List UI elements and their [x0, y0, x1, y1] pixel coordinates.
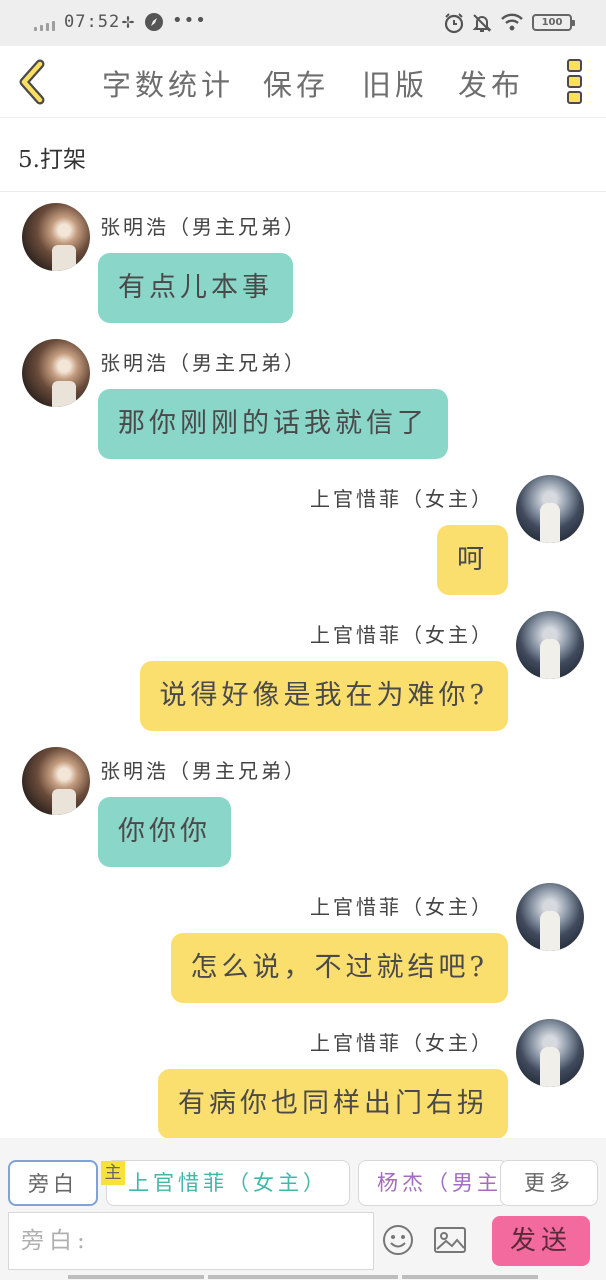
chat-message[interactable]: 上官惜菲（女主） 呵: [0, 475, 606, 600]
input-bar: 旁白: 发送: [0, 1210, 606, 1280]
battery-icon: 100: [532, 14, 575, 31]
signal-icon: [34, 17, 60, 31]
avatar[interactable]: [22, 203, 90, 271]
main-character-tag: 主: [101, 1161, 125, 1185]
chat-area[interactable]: 张明浩（男主兄弟） 有点儿本事 张明浩（男主兄弟） 那你刚刚的话我就信了 上官惜…: [0, 193, 606, 1139]
chevron-left-icon: [19, 59, 45, 105]
status-bar: 07:52 ••• 100: [0, 0, 606, 46]
back-button[interactable]: [12, 56, 54, 108]
more-status-dots: •••: [172, 10, 207, 31]
chat-message[interactable]: 上官惜菲（女主） 怎么说，不过就结吧?: [0, 883, 606, 1008]
message-bubble[interactable]: 有病你也同样出门右拐: [158, 1069, 508, 1139]
speaker-name: 张明浩（男主兄弟）: [100, 759, 307, 783]
chat-message[interactable]: 张明浩（男主兄弟） 有点儿本事: [0, 203, 606, 328]
avatar[interactable]: [516, 611, 584, 679]
avatar[interactable]: [516, 475, 584, 543]
wifi-icon: [500, 12, 524, 32]
speaker-name: 上官惜菲（女主）: [310, 895, 494, 919]
chat-message[interactable]: 张明浩（男主兄弟） 你你你: [0, 747, 606, 872]
save-button[interactable]: 保存: [263, 62, 329, 104]
message-bubble[interactable]: 你你你: [98, 797, 231, 867]
chat-message[interactable]: 上官惜菲（女主） 说得好像是我在为难你?: [0, 611, 606, 736]
message-bubble[interactable]: 那你刚刚的话我就信了: [98, 389, 448, 459]
message-input[interactable]: 旁白:: [8, 1212, 374, 1270]
smiley-icon: [383, 1225, 413, 1255]
fan-icon: [118, 12, 138, 32]
speaker-name: 上官惜菲（女主）: [310, 623, 494, 647]
chapter-header: 5.打架: [0, 118, 606, 192]
compass-icon: [144, 12, 164, 32]
word-count-button[interactable]: 字数统计: [102, 62, 234, 104]
role-heroine-button[interactable]: 上官惜菲（女主）: [106, 1160, 350, 1206]
message-bubble[interactable]: 怎么说，不过就结吧?: [170, 933, 508, 1003]
image-icon: [434, 1227, 466, 1253]
emoji-button[interactable]: [382, 1224, 414, 1256]
speaker-name: 上官惜菲（女主）: [310, 487, 494, 511]
message-bubble[interactable]: 呵: [437, 525, 508, 595]
nav-handle: [0, 1275, 606, 1280]
chat-message[interactable]: 张明浩（男主兄弟） 那你刚刚的话我就信了: [0, 339, 606, 464]
chat-message[interactable]: 上官惜菲（女主） 有病你也同样出门右拐: [0, 1019, 606, 1144]
message-bubble[interactable]: 有点儿本事: [98, 253, 293, 323]
role-yangjie-button[interactable]: 杨杰（男主: [358, 1160, 508, 1206]
more-roles-button[interactable]: 更多: [500, 1160, 598, 1206]
status-time: 07:52: [64, 12, 121, 32]
alarm-icon: [443, 12, 464, 34]
role-selector: 旁白 上官惜菲（女主） 主 杨杰（男主 更多: [0, 1138, 606, 1210]
avatar[interactable]: [22, 747, 90, 815]
message-bubble[interactable]: 说得好像是我在为难你?: [139, 661, 508, 731]
mute-bell-icon: [471, 12, 492, 32]
old-version-button[interactable]: 旧版: [362, 62, 428, 104]
avatar[interactable]: [516, 883, 584, 951]
more-menu-button[interactable]: [560, 56, 590, 108]
image-button[interactable]: [433, 1226, 467, 1254]
publish-button[interactable]: 发布: [458, 62, 524, 104]
role-heroine-label: 上官惜菲（女主）: [128, 1171, 328, 1195]
avatar[interactable]: [516, 1019, 584, 1087]
send-button[interactable]: 发送: [492, 1216, 590, 1266]
speaker-name: 上官惜菲（女主）: [310, 1031, 494, 1055]
speaker-name: 张明浩（男主兄弟）: [100, 351, 307, 375]
avatar[interactable]: [22, 339, 90, 407]
editor-toolbar: 字数统计 保存 旧版 发布: [0, 46, 606, 118]
role-narrator-button[interactable]: 旁白: [8, 1160, 98, 1206]
speaker-name: 张明浩（男主兄弟）: [100, 215, 307, 239]
chapter-title[interactable]: 5.打架: [18, 140, 86, 174]
